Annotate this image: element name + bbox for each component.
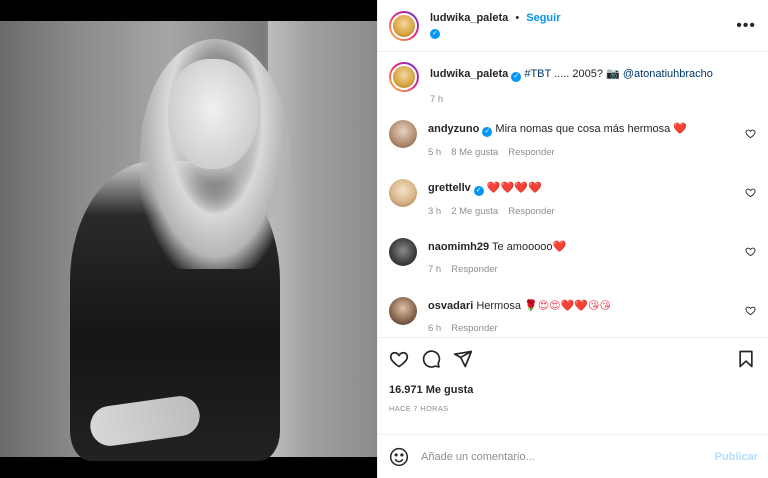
reply-button[interactable]: Responder bbox=[508, 206, 554, 217]
share-paper-plane-icon[interactable] bbox=[453, 349, 473, 369]
emoji-smiley-icon[interactable] bbox=[389, 447, 409, 467]
comment-avatar[interactable] bbox=[389, 238, 417, 266]
comment-avatar[interactable] bbox=[389, 120, 417, 148]
comment-item: grettellv ✓ ❤️❤️❤️❤️ 3 h 2 Me gusta Respond… bbox=[389, 179, 756, 238]
caption: ludwika_paleta ✓ #TBT ..... 2005? 📷 @aton… bbox=[389, 62, 756, 120]
post-sidebar: ludwika_paleta • Seguir ✓ ••• ludwika_pa… bbox=[377, 0, 768, 478]
photo-figure-face bbox=[168, 59, 258, 169]
reply-button[interactable]: Responder bbox=[508, 147, 554, 158]
comment-emoji: ❤️❤️❤️❤️ bbox=[486, 182, 542, 194]
comment-text: Mira nomas que cosa más hermosa bbox=[495, 123, 674, 135]
comment-time[interactable]: 3 h bbox=[428, 206, 441, 217]
comment-emoji: 🌹😍😍❤️❤️😘😘 bbox=[524, 300, 611, 312]
publish-button[interactable]: Publicar bbox=[715, 451, 758, 463]
separator-dot: • bbox=[515, 12, 520, 24]
caption-mention[interactable]: @atonatiuhbracho bbox=[623, 68, 713, 80]
follow-button[interactable]: Seguir bbox=[526, 12, 560, 24]
author-info: ludwika_paleta • Seguir ✓ bbox=[430, 12, 560, 39]
comment-time[interactable]: 5 h bbox=[428, 147, 441, 158]
like-comment-heart-icon[interactable] bbox=[745, 246, 756, 257]
caption-username[interactable]: ludwika_paleta bbox=[430, 68, 508, 80]
photo-wall bbox=[268, 21, 377, 457]
comment-username[interactable]: osvadari bbox=[428, 300, 473, 312]
verified-icon: ✓ bbox=[511, 72, 522, 82]
action-icons bbox=[389, 348, 756, 370]
like-comment-heart-icon[interactable] bbox=[745, 305, 756, 316]
comment-time[interactable]: 6 h bbox=[428, 323, 441, 334]
reply-button[interactable]: Responder bbox=[451, 264, 497, 275]
author-username[interactable]: ludwika_paleta bbox=[430, 12, 508, 24]
save-bookmark-icon[interactable] bbox=[736, 349, 756, 369]
author-avatar[interactable] bbox=[389, 10, 419, 41]
comment-input[interactable] bbox=[421, 450, 715, 463]
comment-avatar[interactable] bbox=[389, 297, 417, 325]
likes-count[interactable]: 16.971 Me gusta bbox=[389, 384, 756, 396]
comment-item: naomimh29 Te amooooo❤️ 7 h Responder bbox=[389, 238, 756, 297]
like-comment-heart-icon[interactable] bbox=[745, 187, 756, 198]
comment-bubble-icon[interactable] bbox=[421, 349, 441, 369]
comment-text: Te amooooo bbox=[492, 241, 553, 253]
instagram-post: ludwika_paleta • Seguir ✓ ••• ludwika_pa… bbox=[0, 0, 768, 478]
post-actions: 16.971 Me gusta HACE 7 HORAS bbox=[378, 337, 768, 434]
caption-hashtag[interactable]: #TBT bbox=[524, 68, 551, 80]
comment-username[interactable]: andyzuno bbox=[428, 123, 479, 135]
comment-time[interactable]: 7 h bbox=[428, 264, 441, 275]
caption-time[interactable]: 7 h bbox=[430, 94, 443, 105]
verified-icon: ✓ bbox=[482, 127, 493, 137]
caption-text: ..... 2005? 📷 bbox=[551, 68, 623, 80]
reply-button[interactable]: Responder bbox=[451, 323, 497, 334]
photo-image bbox=[0, 21, 377, 461]
comment-emoji: ❤️ bbox=[673, 123, 688, 135]
comment-item: osvadari Hermosa 🌹😍😍❤️❤️😘😘 6 h Responder bbox=[389, 297, 756, 337]
verified-icon: ✓ bbox=[473, 186, 484, 196]
post-time-ago[interactable]: HACE 7 HORAS bbox=[389, 404, 756, 413]
verified-icon: ✓ bbox=[430, 29, 440, 39]
like-comment-heart-icon[interactable] bbox=[745, 128, 756, 139]
post-header: ludwika_paleta • Seguir ✓ ••• bbox=[378, 0, 768, 52]
comment-username[interactable]: naomimh29 bbox=[428, 241, 489, 253]
comment-emoji: ❤️ bbox=[552, 241, 567, 253]
comment-avatar[interactable] bbox=[389, 179, 417, 207]
add-comment-bar: Publicar bbox=[378, 434, 768, 478]
caption-avatar[interactable] bbox=[389, 62, 419, 92]
comment-likes[interactable]: 2 Me gusta bbox=[451, 206, 498, 217]
comment-username[interactable]: grettellv bbox=[428, 182, 471, 194]
like-heart-icon[interactable] bbox=[389, 349, 409, 369]
comment-likes[interactable]: 8 Me gusta bbox=[451, 147, 498, 158]
comments-list: ludwika_paleta ✓ #TBT ..... 2005? 📷 @aton… bbox=[378, 52, 768, 337]
comment-text: Hermosa bbox=[476, 300, 524, 312]
post-photo[interactable] bbox=[0, 0, 377, 478]
comment-item: andyzuno ✓ Mira nomas que cosa más hermos… bbox=[389, 120, 756, 179]
more-options-icon[interactable]: ••• bbox=[736, 17, 756, 35]
